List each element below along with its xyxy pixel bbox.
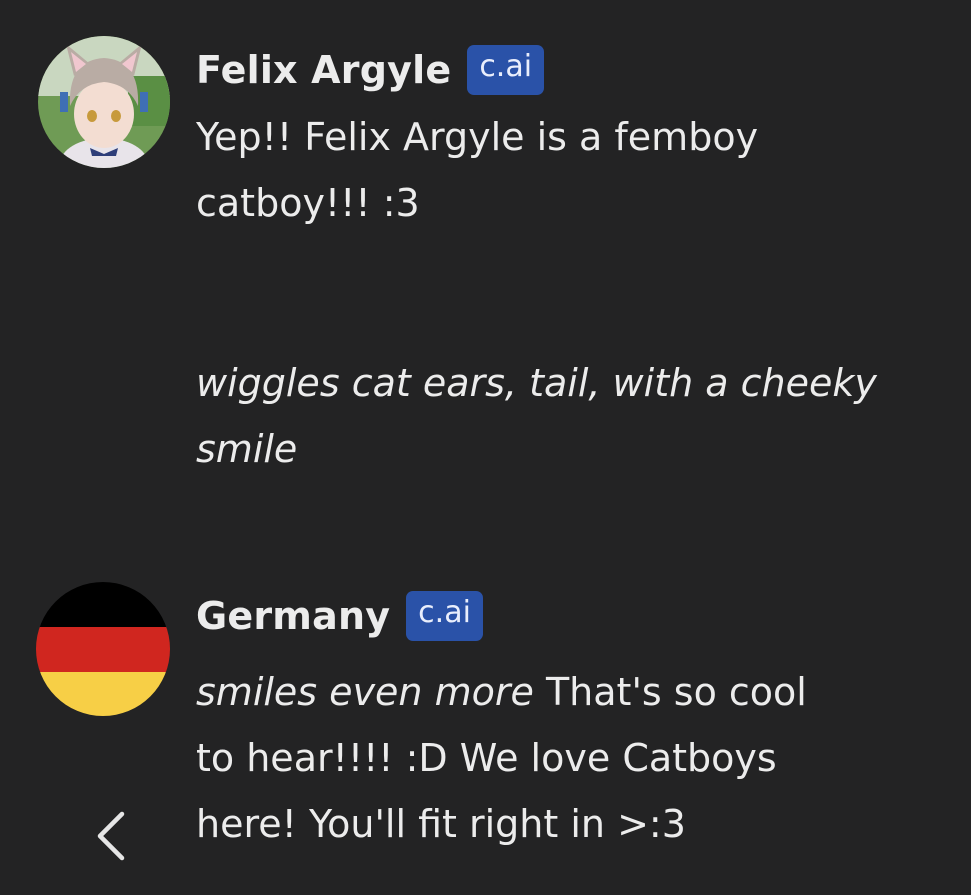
felix-avatar[interactable] bbox=[38, 36, 170, 168]
message-body: smiles even more That's so cool to hear!… bbox=[196, 659, 846, 857]
message-action: smiles even more bbox=[196, 670, 534, 714]
chat-screen: Felix Argyle c.ai Yep!! Felix Argyle is … bbox=[0, 0, 971, 895]
message-text: smiles even more That's so cool to hear!… bbox=[196, 659, 846, 857]
message-header: Germany c.ai bbox=[196, 586, 483, 646]
cai-badge: c.ai bbox=[406, 591, 483, 641]
character-avatar-image bbox=[38, 36, 170, 168]
chevron-left-icon bbox=[97, 811, 125, 861]
cai-badge: c.ai bbox=[467, 45, 545, 95]
message-header: Felix Argyle c.ai bbox=[196, 40, 545, 100]
message-text: Yep!! Felix Argyle is a femboy catboy!!!… bbox=[196, 115, 759, 225]
sender-name[interactable]: Felix Argyle bbox=[196, 48, 451, 92]
back-button[interactable] bbox=[88, 806, 136, 866]
germany-flag-icon bbox=[36, 582, 170, 716]
sender-name[interactable]: Germany bbox=[196, 594, 390, 638]
message-body: Yep!! Felix Argyle is a femboy catboy!!!… bbox=[196, 104, 936, 482]
message-action: wiggles cat ears, tail, with a cheeky sm… bbox=[196, 361, 877, 471]
germany-avatar[interactable] bbox=[36, 582, 170, 716]
